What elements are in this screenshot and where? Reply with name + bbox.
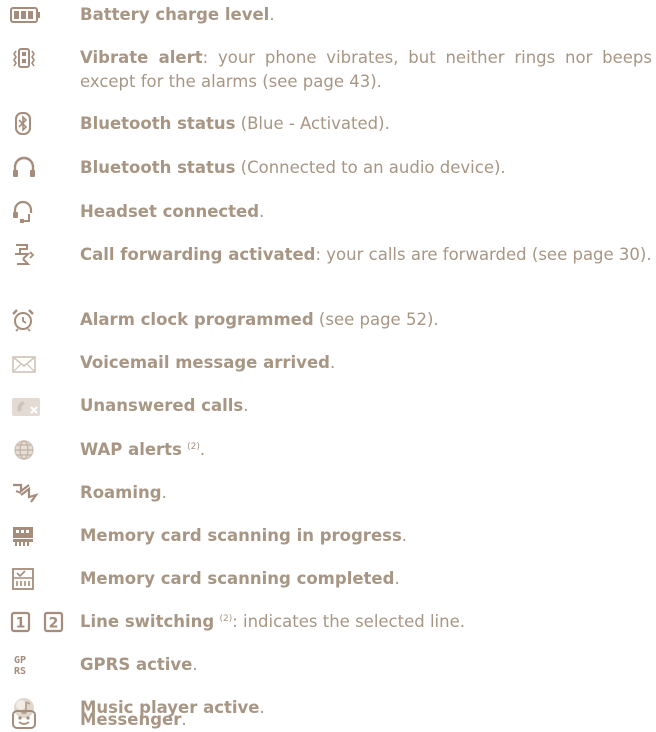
entry-desc: . (192, 655, 198, 674)
entry-desc: . (199, 440, 206, 459)
entry-title: Battery charge level (80, 5, 270, 24)
entry-title: Roaming (80, 483, 162, 502)
entry-desc: . (181, 710, 187, 729)
vibrate-icon (10, 46, 44, 70)
footnote-ref: (2) (219, 614, 233, 624)
entry-title: Headset connected (80, 202, 260, 221)
gprs-icon: GP RS (10, 653, 44, 677)
missed-call-icon (10, 394, 44, 418)
entry-title: Messenger (80, 710, 182, 729)
entry-desc: : indicates the selected line. (232, 612, 465, 631)
entry-title: Memory card scanning completed (80, 569, 395, 588)
entry-title: Call forwarding activated (80, 245, 316, 264)
entry-desc: . (401, 526, 408, 545)
entry-title: GPRS active (80, 655, 193, 674)
entry-text: WAP alerts (2). (80, 438, 652, 462)
gprs-line-1: GP (14, 655, 26, 666)
entry-desc: . (269, 5, 275, 24)
entry-title: Bluetooth status (80, 114, 236, 133)
entry-text: Bluetooth status (Blue - Activated). (80, 112, 652, 136)
globe-icon (10, 438, 44, 462)
entry-text: Unanswered calls. (80, 394, 652, 418)
memory-card-scanning-icon (10, 524, 44, 548)
entry-text: Roaming. (80, 481, 652, 505)
bluetooth-audio-icon (10, 156, 44, 180)
entry-title: Unanswered calls (80, 396, 244, 415)
entry-desc: . (161, 483, 167, 502)
line-2-label: 2 (49, 616, 59, 632)
entry-text: Messenger. (80, 708, 652, 732)
battery-icon (10, 3, 44, 27)
headset-icon (10, 200, 44, 224)
entry-desc: (Blue - Activated). (235, 114, 390, 133)
footnote-ref: (2) (187, 442, 200, 452)
call-forward-icon (10, 243, 44, 267)
entry-text: Voicemail message arrived. (80, 351, 652, 375)
entry-desc: (see page 52). (313, 310, 439, 329)
gprs-line-2: RS (14, 666, 26, 677)
icon-legend-page: Battery charge level. Vibrate alert: you… (0, 0, 656, 731)
entry-desc: . (259, 202, 265, 221)
entry-text: Vibrate alert: your phone vibrates, but … (80, 46, 652, 94)
entry-text: Memory card scanning in progress. (80, 524, 652, 548)
line-1-label: 1 (16, 616, 26, 632)
entry-title: Bluetooth status (80, 158, 236, 177)
roaming-icon (10, 481, 44, 505)
entry-text: Line switching (2): indicates the select… (80, 610, 652, 634)
entry-desc: : your calls are forwarded (see page 30)… (315, 245, 652, 264)
entry-text: Bluetooth status (Connected to an audio … (80, 156, 652, 180)
entry-text: Headset connected. (80, 200, 652, 224)
entry-title: Line switching (80, 612, 215, 631)
entry-title: Voicemail message arrived (80, 353, 330, 372)
entry-title: WAP alerts (80, 440, 182, 459)
entry-text: GPRS active. (80, 653, 652, 677)
bluetooth-icon (10, 112, 44, 136)
entry-text: Battery charge level. (80, 3, 652, 27)
line-switch-icon: 1 2 (10, 610, 76, 634)
entry-text: Call forwarding activated: your calls ar… (80, 243, 652, 267)
alarm-clock-icon (10, 308, 44, 332)
entry-desc: . (329, 353, 336, 372)
messenger-icon (10, 708, 44, 732)
entry-text: Memory card scanning completed. (80, 567, 652, 591)
envelope-icon (10, 351, 44, 375)
memory-card-complete-icon (10, 567, 44, 591)
entry-title: Vibrate alert (80, 48, 203, 67)
entry-title: Memory card scanning in progress (80, 526, 402, 545)
entry-text: Alarm clock programmed (see page 52). (80, 308, 652, 332)
entry-desc: . (394, 569, 400, 588)
entry-title: Alarm clock programmed (80, 310, 314, 329)
entry-desc: (Connected to an audio device). (235, 158, 506, 177)
entry-desc: . (243, 396, 249, 415)
